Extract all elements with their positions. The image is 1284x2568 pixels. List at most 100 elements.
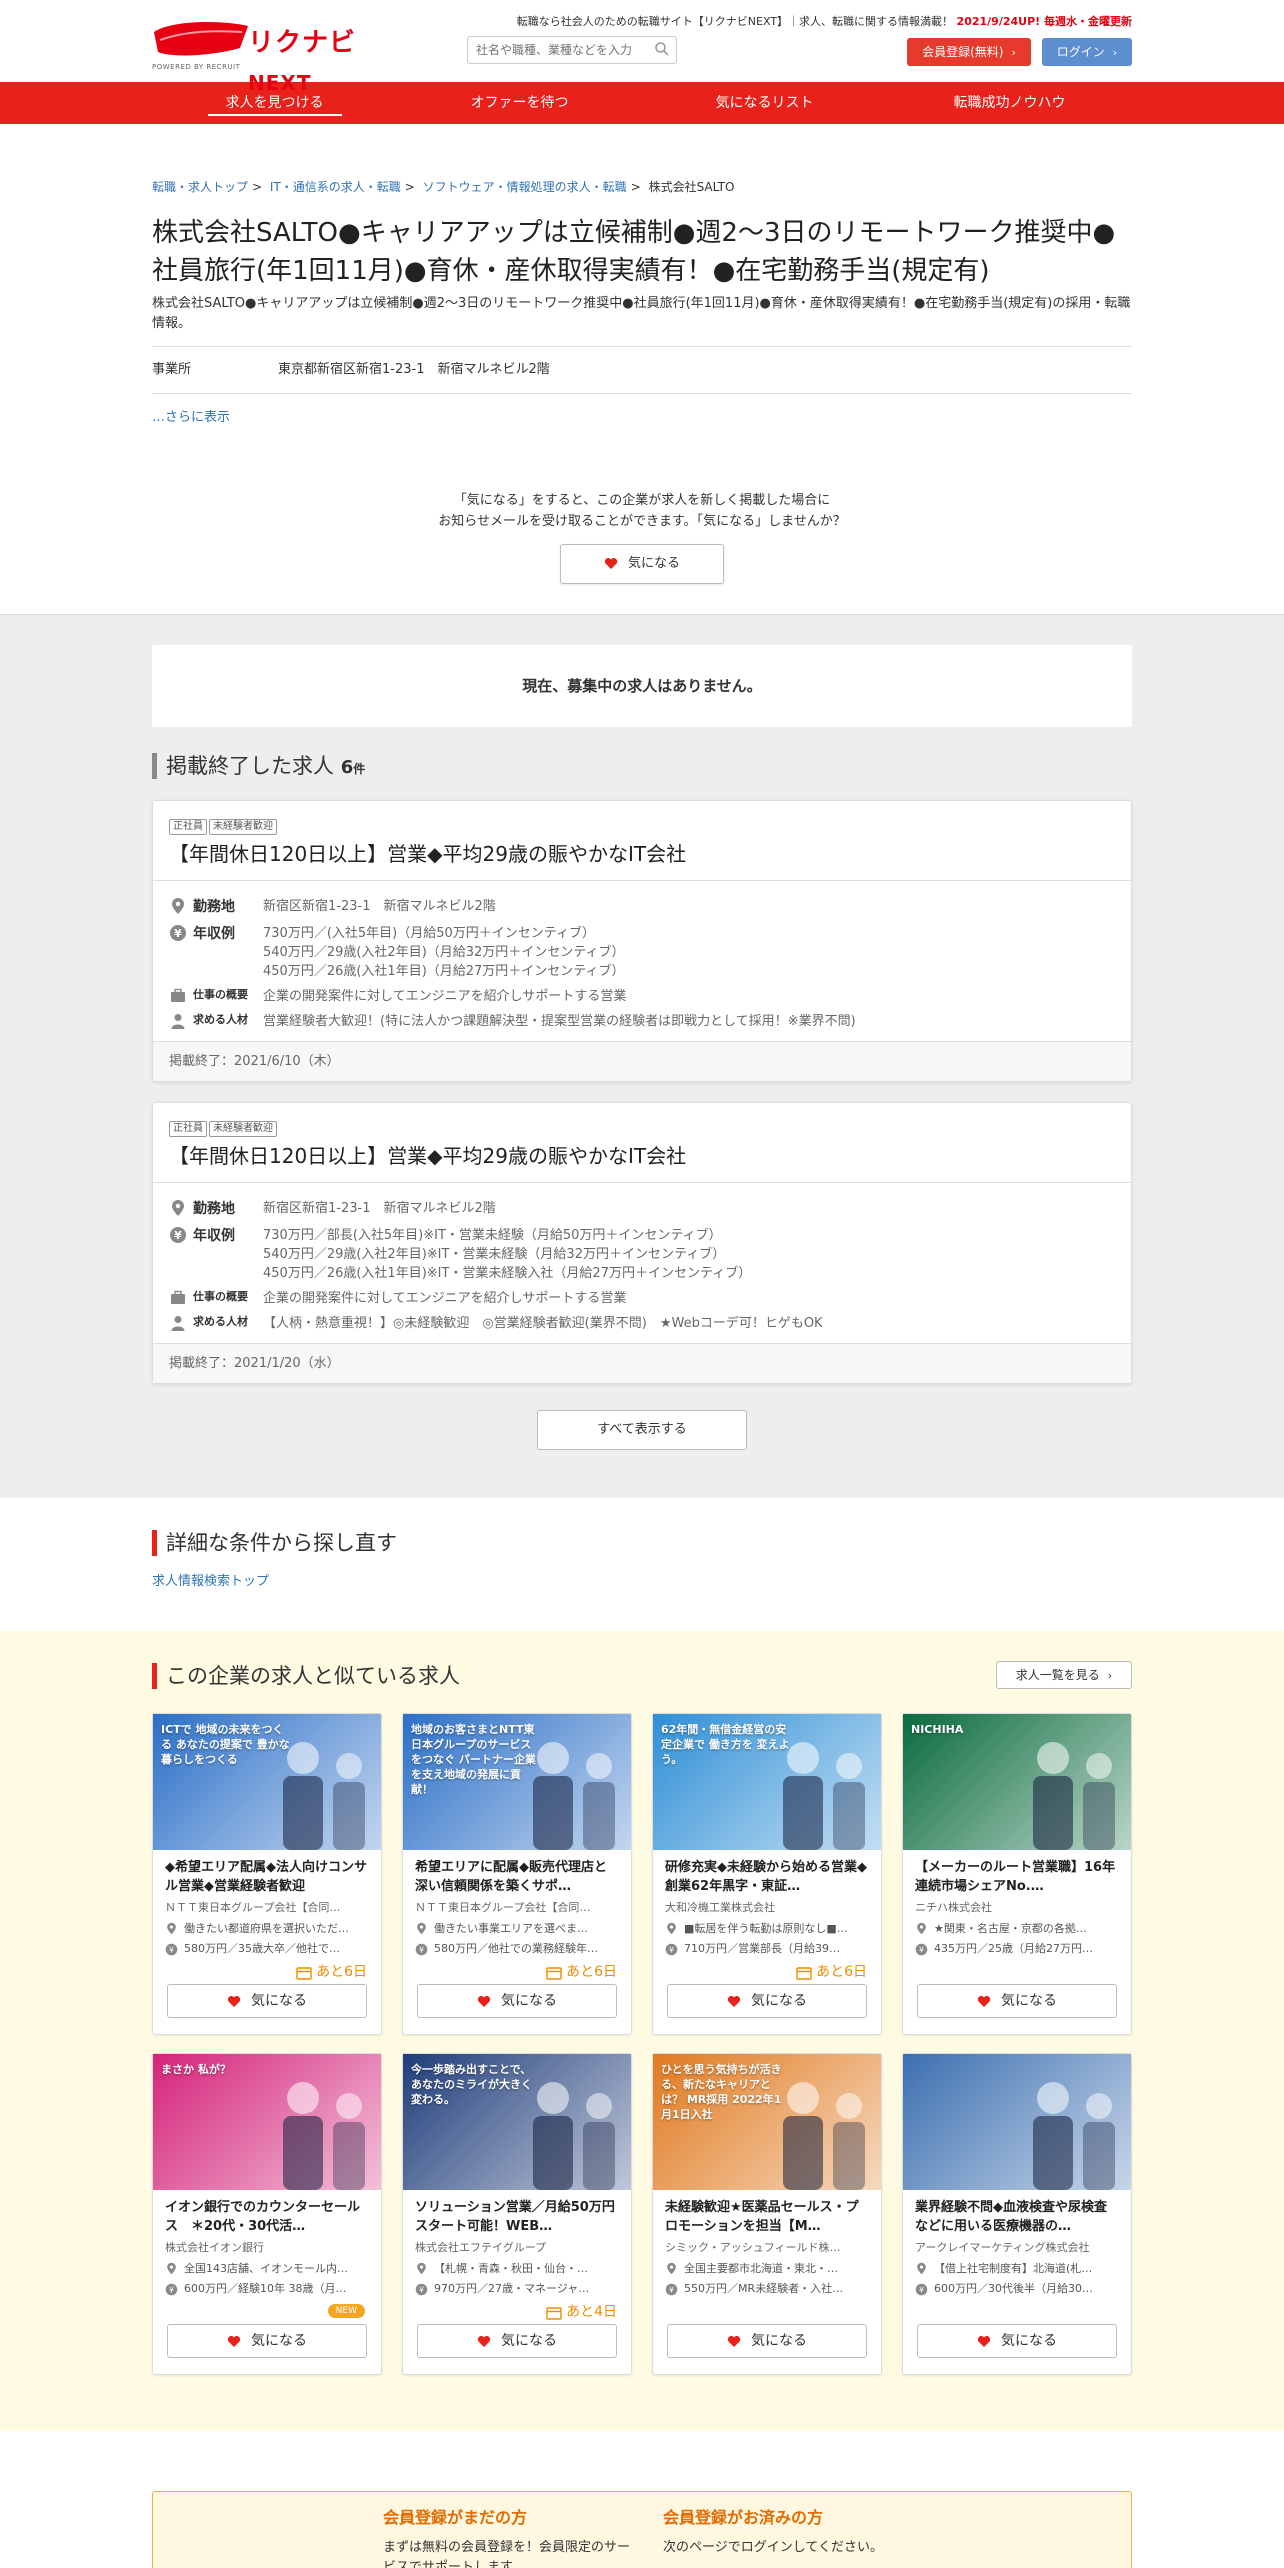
card-favorite-button[interactable]: 気になる	[667, 2324, 867, 2358]
similar-job-card[interactable]: 地域のお客さまとNTT東日本グループのサービスをつなぐ パートナー企業を支え地域…	[402, 1713, 632, 2035]
location-pin-icon	[172, 1199, 184, 1216]
heart-icon	[727, 1995, 741, 2007]
member-section: 会員登録がまだの方 まずは無料の会員登録を！会員限定のサービスでサポートします。…	[152, 2431, 1132, 2568]
job-location: 新宿区新宿1-23-1 新宿マルネビル2階	[263, 1200, 496, 1216]
search-icon[interactable]	[654, 41, 670, 57]
member-register-button[interactable]: 会員登録(無料) ›	[907, 38, 1031, 66]
card-company: ＮＴＴ東日本グループ会社【合同…	[165, 1901, 341, 1914]
chevron-right-icon: ›	[1107, 1669, 1113, 1682]
job-image[interactable]: 62年間・無借金経営の安定企業で 働き方を 変えよう。	[653, 1714, 881, 1850]
card-favorite-button[interactable]: 気になる	[167, 2324, 367, 2358]
favorite-line-2: お知らせメールを受け取ることができます。「気になる」しませんか？	[438, 513, 846, 529]
card-location: ★関東・名古屋・京都の各拠…	[934, 1921, 1087, 1935]
location-pin-icon	[417, 2262, 426, 2275]
card-favorite-button[interactable]: 気になる	[667, 1984, 867, 2018]
similar-job-card[interactable]: NICHIHA 【メーカーのルート営業職】16年連続市場シェアNo.… ニチハ株…	[902, 1713, 1132, 2035]
job-salary: 730万円／部長(入社5年目)※IT・営業未経験（月給50万円＋インセンティブ）…	[263, 1227, 752, 1281]
job-list-button[interactable]: 求人一覧を見る ›	[996, 1661, 1132, 1689]
card-title[interactable]: ◆希望エリア配属◆法人向けコンサル営業◆営業経験者歓迎	[153, 1850, 381, 1898]
wanted-label: 求める人材	[193, 1012, 248, 1026]
job-image[interactable]	[903, 2054, 1131, 2190]
svg-text:¥: ¥	[669, 1945, 674, 1954]
similar-job-card[interactable]: まさか 私が？ イオン銀行でのカウンターセールス ＊20代・30代活… 株式会社…	[152, 2053, 382, 2375]
job-title[interactable]: 【年間休日120日以上】営業◆平均29歳の賑やかなIT会社	[169, 840, 1115, 868]
job-image[interactable]: ひとを思う気持ちが活きる、新たなキャリアとは？ MR採用 2022年1月1日入社	[653, 2054, 881, 2190]
job-image[interactable]: まさか 私が？	[153, 2054, 381, 2190]
job-image-caption: 今一歩踏み出すことで、あなたのミライが大きく変わる。	[411, 2063, 532, 2106]
login-button[interactable]: ログイン ›	[1042, 38, 1132, 66]
site-header: リクナビNEXT POWERED BY RECRUIT 転職なら社会人のための転…	[152, 0, 1132, 95]
job-wanted: 営業経験者大歓迎！(特に法人かつ課題解決型・提案型営業の経験者は即戦力として採用…	[263, 1013, 856, 1029]
card-title[interactable]: 【メーカーのルート営業職】16年連続市場シェアNo.…	[903, 1850, 1131, 1898]
breadcrumb-it[interactable]: IT・通信系の求人・転職	[270, 180, 401, 194]
heart-icon	[977, 2335, 991, 2347]
heart-icon	[227, 2335, 241, 2347]
calendar-icon	[546, 2306, 562, 2320]
job-card[interactable]: 正社員 未経験者歓迎 【年間休日120日以上】営業◆平均29歳の賑やかなIT会社 …	[152, 799, 1132, 1082]
card-company: ニチハ株式会社	[915, 1901, 992, 1914]
rikunabi-logo[interactable]: リクナビNEXT POWERED BY RECRUIT	[152, 18, 392, 95]
card-favorite-button[interactable]: 気になる	[917, 1984, 1117, 2018]
favorite-line-1: 「気になる」をすると、この企業が求人を新しく掲載した場合に	[453, 492, 831, 508]
nav-wait-offers[interactable]: オファーを待つ	[397, 82, 642, 124]
summary-label: 仕事の概要	[193, 987, 248, 1001]
similar-job-card[interactable]: 今一歩踏み出すことで、あなたのミライが大きく変わる。 ソリューション営業／月給5…	[402, 2053, 632, 2375]
nav-find-jobs[interactable]: 求人を見つける	[152, 82, 397, 124]
calendar-icon	[296, 1966, 312, 1980]
card-salary: 600万円／経験10年 38歳（月…	[184, 2282, 347, 2295]
location-pin-icon	[667, 1922, 676, 1935]
breadcrumb-software[interactable]: ソフトウェア・情報処理の求人・転職	[423, 180, 627, 194]
svg-text:¥: ¥	[169, 2285, 174, 2294]
location-pin-icon	[172, 897, 184, 914]
search-again-section: 詳細な条件から探し直す 求人情報検索トップ	[152, 1498, 1132, 1632]
favorite-button[interactable]: 気になる	[560, 543, 724, 584]
svg-text:¥: ¥	[169, 1945, 174, 1954]
similar-job-card[interactable]: ICTで 地域の未来をつくる あなたの提案で 豊かな暮らしをつくる ◆希望エリア…	[152, 1713, 382, 2035]
svg-text:¥: ¥	[919, 2285, 924, 2294]
nav-favorite-list[interactable]: 気になるリスト	[642, 82, 887, 124]
job-summary: 企業の開発案件に対してエンジニアを紹介しサポートする営業	[263, 988, 627, 1004]
job-card[interactable]: 正社員 未経験者歓迎 【年間休日120日以上】営業◆平均29歳の賑やかなIT会社 …	[152, 1101, 1132, 1384]
card-title[interactable]: 業界経験不問◆血液検査や尿検査などに用いる医療機器の…	[903, 2190, 1131, 2238]
card-title[interactable]: ソリューション営業／月給50万円スタート可能！WEB…	[403, 2190, 631, 2238]
card-favorite-button[interactable]: 気になる	[417, 2324, 617, 2358]
card-company: ＮＴＴ東日本グループ会社【合同…	[415, 1901, 591, 1914]
nav-knowhow[interactable]: 転職成功ノウハウ	[887, 82, 1132, 124]
similar-job-card[interactable]: 62年間・無借金経営の安定企業で 働き方を 変えよう。 研修充実◆未経験から始め…	[652, 1713, 882, 2035]
job-wanted: 【人柄・熱意重視！】◎未経験歓迎 ◎営業経験者歓迎(業界不問) ★Webコーデ可…	[263, 1315, 823, 1331]
breadcrumb-top[interactable]: 転職・求人トップ	[152, 180, 248, 194]
search-top-link[interactable]: 求人情報検索トップ	[152, 1572, 1132, 1592]
job-image[interactable]: 今一歩踏み出すことで、あなたのミライが大きく変わる。	[403, 2054, 631, 2190]
job-image[interactable]: 地域のお客さまとNTT東日本グループのサービスをつなぐ パートナー企業を支え地域…	[403, 1714, 631, 1850]
card-salary: 600万円／30代後半（月給30…	[934, 2282, 1093, 2295]
salary-label: 年収例	[193, 1227, 235, 1244]
yen-icon: ¥	[170, 1226, 186, 1243]
job-salary: 730万円／(入社5年目)（月給50万円＋インセンティブ） 540万円／29歳(入…	[263, 925, 625, 979]
search-input[interactable]	[467, 36, 677, 64]
new-badge: NEW	[327, 2304, 365, 2318]
similar-job-card[interactable]: 業界経験不問◆血液検査や尿検査などに用いる医療機器の… アークレイマーケティング…	[902, 2053, 1132, 2375]
job-tag: 正社員	[169, 1120, 207, 1137]
job-title[interactable]: 【年間休日120日以上】営業◆平均29歳の賑やかなIT会社	[169, 1142, 1115, 1170]
location-label: 勤務地	[193, 898, 235, 915]
job-image-caption: 地域のお客さまとNTT東日本グループのサービスをつなぐ パートナー企業を支え地域…	[411, 1723, 536, 1796]
similar-job-card[interactable]: ひとを思う気持ちが活きる、新たなキャリアとは？ MR採用 2022年1月1日入社…	[652, 2053, 882, 2375]
job-image[interactable]: NICHIHA	[903, 1714, 1131, 1850]
card-title[interactable]: 希望エリアに配属◆販売代理店と深い信頼関係を築くサポ…	[403, 1850, 631, 1898]
deadline-badge: あと6日	[296, 1962, 367, 1983]
job-image[interactable]: ICTで 地域の未来をつくる あなたの提案で 豊かな暮らしをつくる	[153, 1714, 381, 1850]
show-all-button[interactable]: すべて表示する	[537, 1409, 747, 1450]
card-title[interactable]: 未経験歓迎★医薬品セールス・プロモーションを担当【M…	[653, 2190, 881, 2238]
card-title[interactable]: 研修充実◆未経験から始める営業◆創業62年黒字・東証…	[653, 1850, 881, 1898]
search-again-heading: 詳細な条件から探し直す	[152, 1528, 1132, 1558]
chevron-right-icon: ›	[1011, 46, 1016, 59]
location-pin-icon	[917, 1922, 926, 1935]
show-more-link[interactable]: …さらに表示	[152, 408, 1132, 428]
card-favorite-button[interactable]: 気になる	[167, 1984, 367, 2018]
yen-icon: ¥	[415, 2283, 428, 2296]
card-title[interactable]: イオン銀行でのカウンターセールス ＊20代・30代活…	[153, 2190, 381, 2238]
global-nav: 求人を見つける オファーを待つ 気になるリスト 転職成功ノウハウ	[0, 82, 1284, 124]
card-favorite-button[interactable]: 気になる	[417, 1984, 617, 2018]
card-favorite-button[interactable]: 気になる	[917, 2324, 1117, 2358]
job-image-caption: ICTで 地域の未来をつくる あなたの提案で 豊かな暮らしをつくる	[161, 1723, 290, 1766]
